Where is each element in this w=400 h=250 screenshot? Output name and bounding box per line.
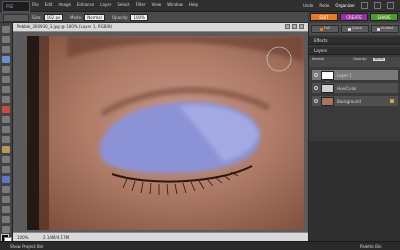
layer-thumbnail: [321, 71, 334, 86]
menu-layer[interactable]: Layer: [100, 3, 111, 7]
visibility-eye-icon[interactable]: [314, 73, 318, 77]
brush-tool-icon[interactable]: [2, 176, 10, 183]
minimize-button[interactable]: [361, 2, 368, 9]
mode-tabs: EDIT CREATE SHARE: [308, 12, 400, 22]
red-eye-tool-icon[interactable]: [2, 106, 10, 113]
move-tool-icon[interactable]: [2, 26, 10, 33]
layer-name: Hue/Color: [337, 86, 357, 91]
shape-tool-icon[interactable]: [2, 216, 10, 223]
hand-tool-icon[interactable]: [2, 46, 10, 53]
tab-share[interactable]: SHARE: [370, 13, 398, 21]
clone-stamp-tool-icon[interactable]: [2, 156, 10, 163]
panel-empty-area: [309, 141, 400, 241]
layer-row-layer-1[interactable]: Layer 1: [311, 69, 399, 86]
smart-brush-tool-icon[interactable]: [2, 186, 10, 193]
opacity-input[interactable]: 100%: [130, 14, 148, 21]
marquee-tool-icon[interactable]: [2, 66, 10, 73]
layer-thumbnail: [321, 97, 334, 106]
zoom-tool-icon[interactable]: [2, 36, 10, 43]
menu-edit[interactable]: Edit: [45, 3, 53, 7]
eyedropper-tool-icon[interactable]: [2, 56, 10, 63]
gradient-tool-icon[interactable]: [2, 206, 10, 213]
document-window: Pebble_300930_3.jpg @ 100% (Layer 1, RGB…: [13, 23, 308, 242]
brush-preset-picker[interactable]: [3, 14, 29, 22]
paint-bucket-tool-icon[interactable]: [2, 196, 10, 203]
bottom-status-bar: Show Project Bin Palette Bin: [0, 241, 400, 250]
layer-row-background[interactable]: Background: [311, 95, 399, 107]
menu-image[interactable]: Image: [58, 3, 71, 7]
edit-guided-button[interactable]: Guided: [371, 25, 399, 33]
lock-icon: [390, 99, 394, 103]
size-label: Size:: [32, 14, 42, 20]
blur-tool-icon[interactable]: [2, 226, 10, 233]
crop-tool-icon[interactable]: [2, 126, 10, 133]
app-window: PSE File Edit Image Enhance Layer Select…: [0, 0, 400, 250]
layer-name: Background: [337, 99, 361, 104]
menu-help[interactable]: Help: [189, 3, 198, 7]
healing-brush-tool-icon[interactable]: [2, 146, 10, 153]
layer-row-hue-color[interactable]: Hue/Color: [311, 82, 399, 94]
adjustment-thumbnail: [321, 84, 334, 93]
edit-full-button[interactable]: Full: [311, 25, 339, 33]
doc-size-info: 2.14M/4.17M: [43, 235, 70, 240]
organizer-button[interactable]: Organizer: [335, 3, 355, 8]
lasso-tool-icon[interactable]: [2, 76, 10, 83]
doc-close-button[interactable]: [299, 24, 304, 29]
tab-create[interactable]: CREATE: [340, 13, 368, 21]
menu-file[interactable]: File: [32, 3, 39, 7]
tool-options-bar: Size: 162 px Mode: Normal Opacity: 100%: [0, 12, 308, 23]
blend-mode-select[interactable]: Normal: [312, 57, 324, 61]
mode-select[interactable]: Normal: [84, 14, 105, 21]
toolbox: [0, 23, 13, 242]
opacity-label: Opacity:: [112, 14, 129, 20]
zoom-level[interactable]: 100%: [17, 236, 28, 240]
mode-label: Mode:: [70, 14, 83, 20]
menu-enhance[interactable]: Enhance: [77, 3, 94, 7]
document-title-bar: Pebble_300930_3.jpg @ 100% (Layer 1, RGB…: [13, 23, 308, 32]
menu-window[interactable]: Window: [167, 3, 183, 7]
panel-bin: Full Quick Guided Effects Layers Normal …: [308, 23, 400, 241]
recompose-tool-icon[interactable]: [2, 136, 10, 143]
image-canvas[interactable]: [27, 36, 304, 230]
visibility-eye-icon[interactable]: [314, 99, 318, 103]
effects-panel-header[interactable]: Effects: [309, 37, 400, 45]
eraser-tool-icon[interactable]: [2, 166, 10, 173]
layer-name: Layer 1: [337, 73, 352, 78]
menu-select[interactable]: Select: [117, 3, 129, 7]
document-title: Pebble_300930_3.jpg @ 100% (Layer 1, RGB…: [17, 24, 113, 29]
type-tool-icon[interactable]: [2, 116, 10, 123]
show-project-bin-button[interactable]: Show Project Bin: [10, 245, 43, 249]
redo-button[interactable]: Redo: [319, 3, 329, 8]
layers-panel-header[interactable]: Layers: [309, 47, 400, 55]
eye-photo: [27, 36, 304, 230]
size-input[interactable]: 162 px: [43, 14, 64, 21]
magic-wand-tool-icon[interactable]: [2, 86, 10, 93]
menu-bar: PSE File Edit Image Enhance Layer Select…: [0, 0, 400, 12]
layer-opacity-input[interactable]: 100%: [373, 57, 385, 62]
guided-edit-icon: [376, 27, 380, 31]
undo-button[interactable]: Undo: [303, 3, 313, 8]
layer-opacity-label: Opacity:: [353, 57, 367, 61]
doc-minimize-button[interactable]: [285, 24, 290, 29]
layer-options-bar: Normal Opacity: 100%: [309, 57, 400, 67]
maximize-button[interactable]: [374, 2, 381, 9]
quick-fix-icon: [347, 27, 351, 31]
visibility-eye-icon[interactable]: [314, 86, 318, 90]
close-button[interactable]: [387, 2, 394, 9]
edit-quick-button[interactable]: Quick: [341, 25, 369, 33]
menu-filter[interactable]: Filter: [136, 3, 146, 7]
selection-brush-tool-icon[interactable]: [2, 96, 10, 103]
menu-view[interactable]: View: [152, 3, 162, 7]
doc-maximize-button[interactable]: [292, 24, 297, 29]
palette-bin-button[interactable]: Palette Bin: [360, 245, 382, 249]
full-edit-icon: [319, 27, 323, 31]
app-logo: PSE: [2, 1, 30, 12]
edit-mode-buttons: Full Quick Guided: [309, 23, 400, 35]
tab-edit[interactable]: EDIT: [310, 13, 338, 21]
